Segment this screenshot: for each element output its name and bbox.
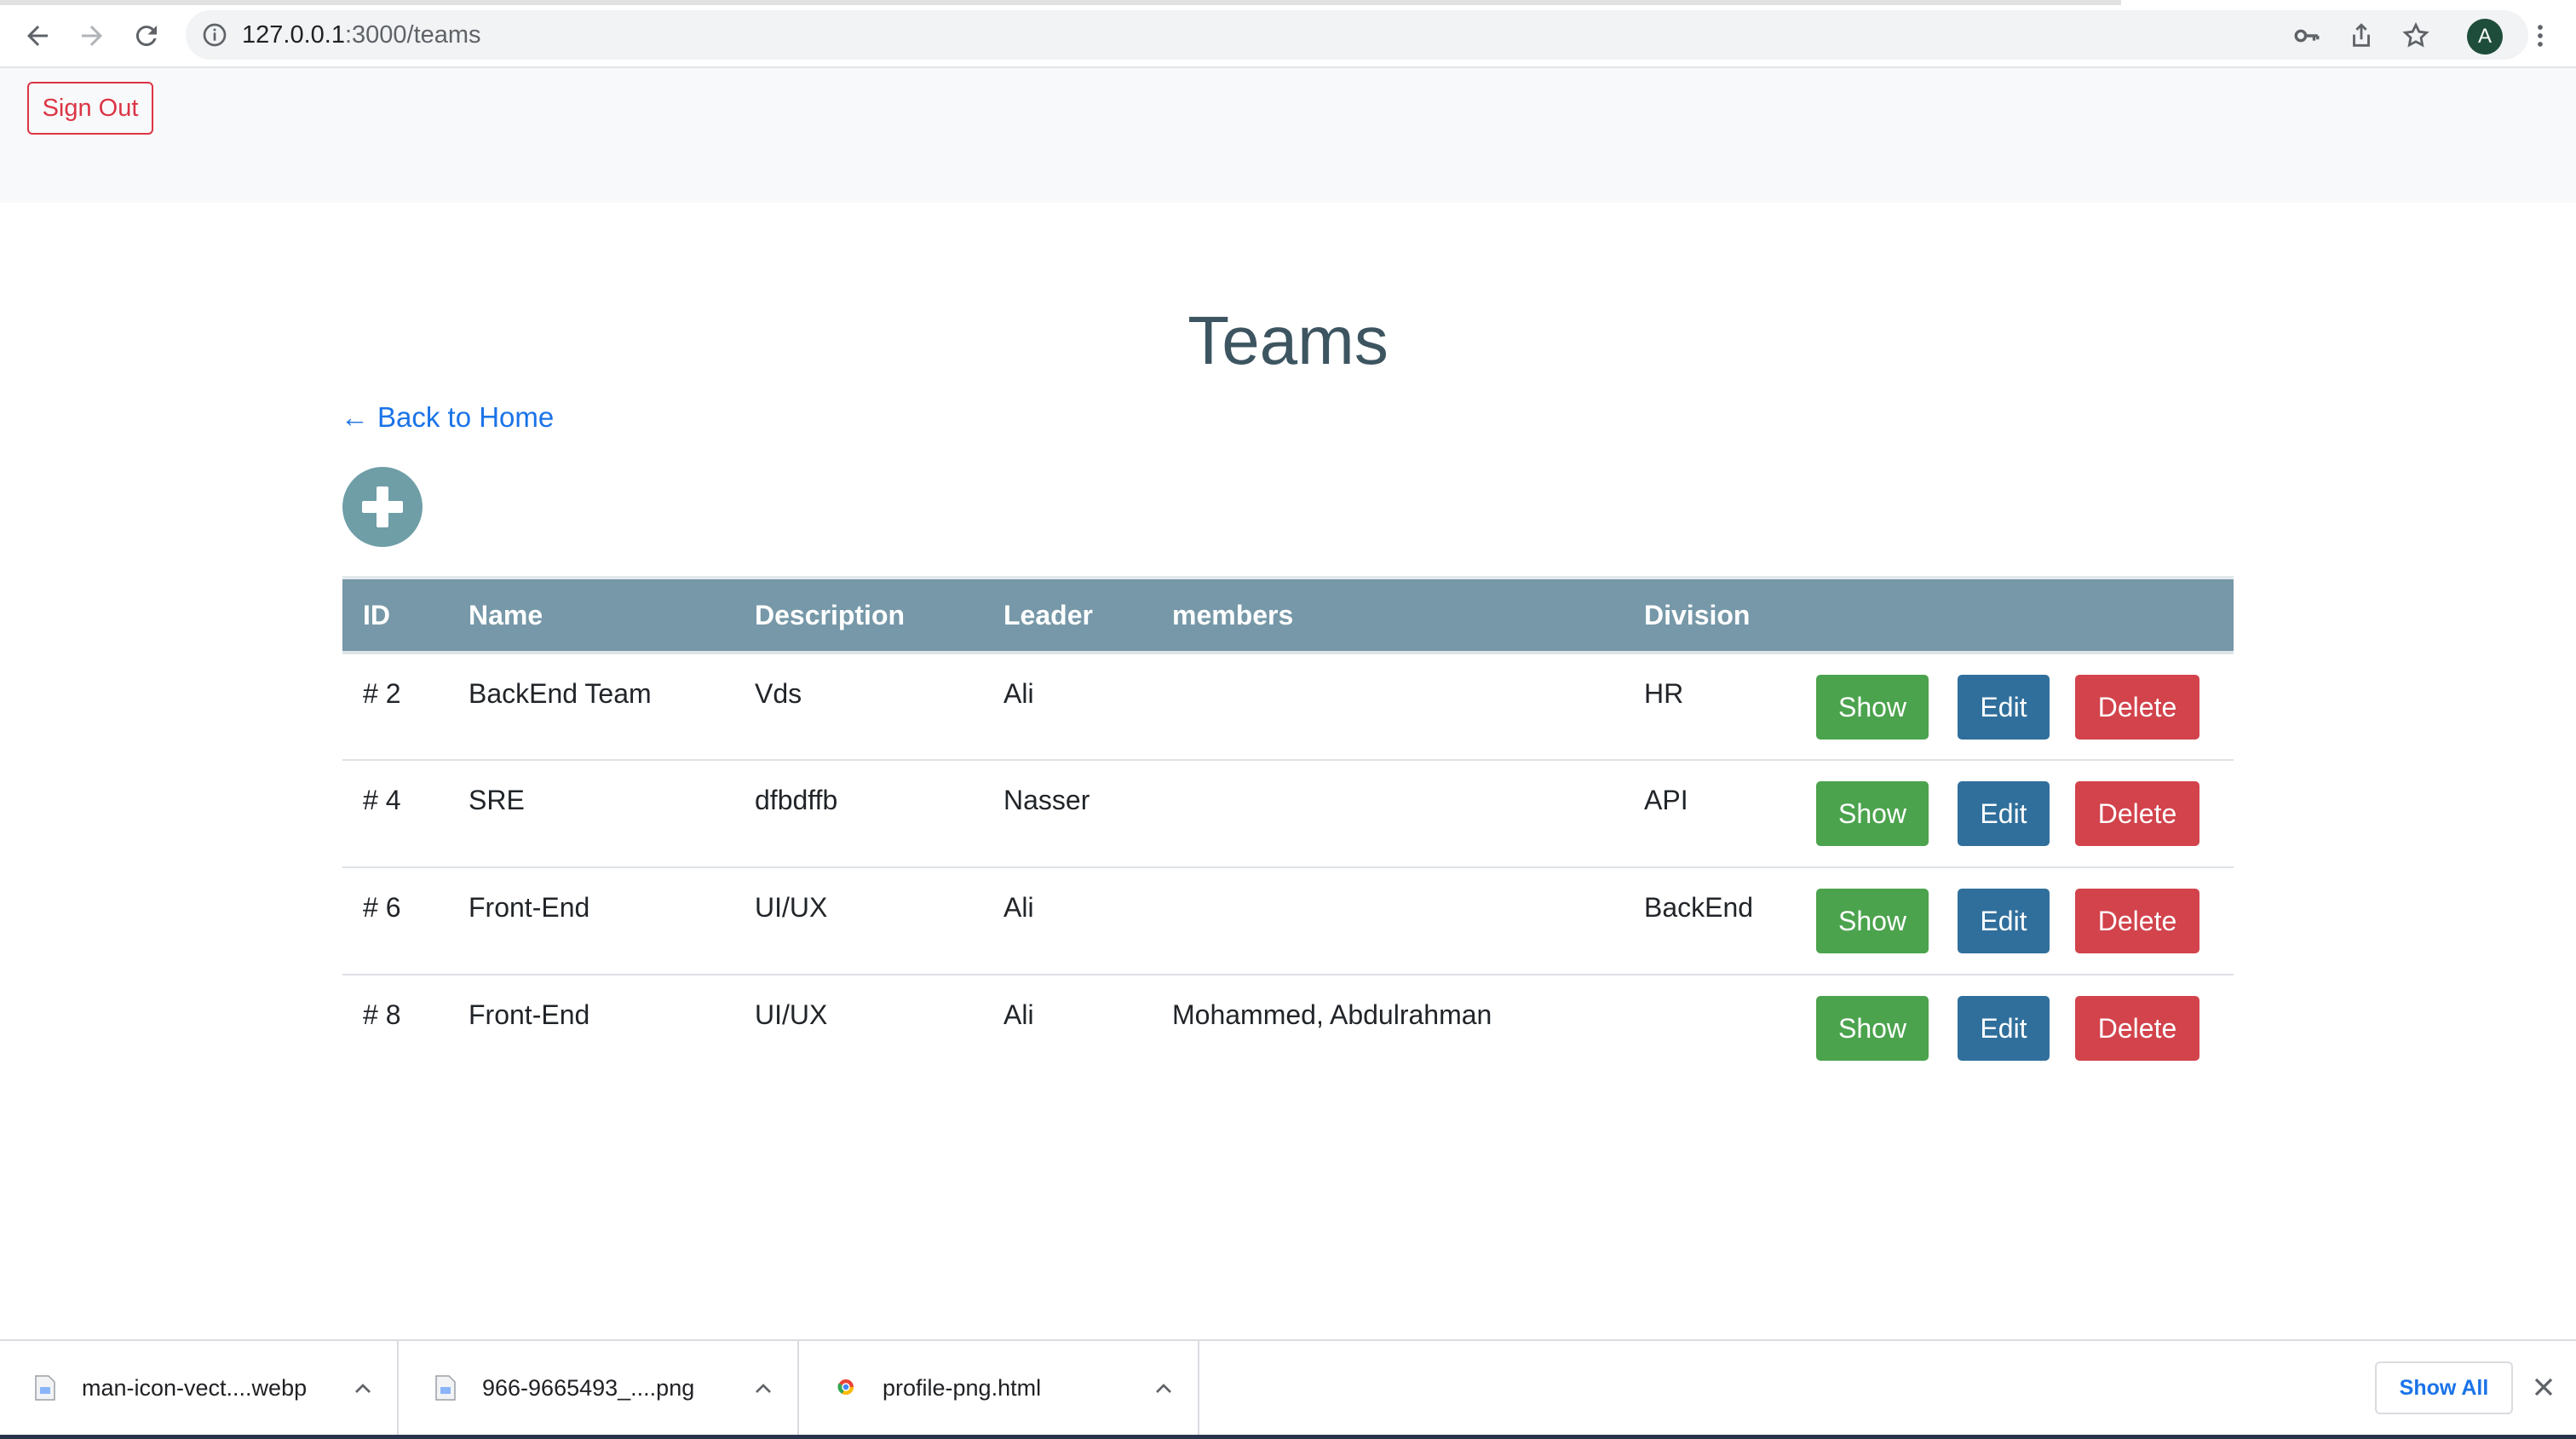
close-icon[interactable] [2528, 1372, 2559, 1402]
downloads-bar: man-icon-vect....webp 966-9665493_....pn… [0, 1339, 2576, 1439]
column-header-leader: Leader [1003, 599, 1093, 630]
column-header-id: ID [363, 599, 390, 630]
column-header-division: Division [1644, 599, 1751, 630]
cell-description: dfbdffb [755, 785, 838, 815]
plus-circle-icon [362, 486, 403, 527]
window-bottom-edge [0, 1435, 2576, 1439]
cell-actions: Show Edit Delete [1794, 867, 2234, 975]
cell-members [1152, 867, 1624, 975]
cell-leader: Ali [1003, 678, 1034, 709]
cell-id: # 6 [363, 892, 401, 923]
cell-actions: Show Edit Delete [1794, 975, 2234, 1082]
cell-members [1152, 760, 1624, 867]
back-to-home-label: Back to Home [377, 401, 555, 433]
table-row: # 8 Front-End UI/UX Ali Mohammed, Abdulr… [342, 975, 2234, 1082]
back-to-home-link[interactable]: ← Back to Home [341, 397, 554, 438]
url-path: :3000/teams [344, 21, 481, 49]
cell-division: API [1644, 785, 1688, 815]
cell-members [1152, 653, 1624, 760]
cell-actions: Show Edit Delete [1794, 760, 2234, 867]
kebab-menu-icon[interactable] [2521, 17, 2559, 55]
back-arrow-icon: ← [341, 401, 369, 433]
edit-button[interactable]: Edit [1958, 675, 2050, 740]
delete-button[interactable]: Delete [2075, 675, 2199, 740]
cell-leader: Nasser [1003, 785, 1090, 815]
star-icon[interactable] [2397, 17, 2435, 55]
cell-id: # 4 [363, 785, 401, 815]
cell-name: Front-End [469, 892, 590, 923]
cell-leader: Ali [1003, 892, 1034, 923]
chevron-up-icon[interactable] [750, 1375, 777, 1402]
column-header-description: Description [755, 599, 906, 630]
table-row: # 2 BackEnd Team Vds Ali HR Show Edit Dele… [342, 653, 2234, 760]
cell-division: HR [1644, 678, 1684, 709]
info-icon[interactable] [201, 21, 228, 49]
cell-division [1624, 975, 1794, 1082]
column-header-members: members [1172, 599, 1294, 630]
cell-name: BackEnd Team [469, 678, 652, 709]
forward-arrow-icon[interactable] [72, 15, 112, 56]
app-header: Sign Out [0, 68, 2576, 203]
cell-actions: Show Edit Delete [1794, 653, 2234, 760]
browser-toolbar: 127.0.0.1:3000/teams A [0, 0, 2576, 68]
chrome-file-icon [837, 1379, 854, 1396]
download-filename: man-icon-vect....webp [82, 1375, 308, 1401]
chevron-up-icon[interactable] [349, 1375, 377, 1402]
cell-description: UI/UX [755, 999, 828, 1030]
delete-button[interactable]: Delete [2075, 889, 2199, 953]
table-header-row: ID Name Description Leader members Divis… [342, 578, 2234, 653]
show-all-button[interactable]: Show All [2375, 1361, 2513, 1414]
show-button[interactable]: Show [1816, 781, 1929, 846]
cell-description: UI/UX [755, 892, 828, 923]
cell-id: # 8 [363, 999, 401, 1030]
show-button[interactable]: Show [1816, 996, 1929, 1061]
share-icon[interactable] [2343, 17, 2380, 55]
sign-out-button[interactable]: Sign Out [27, 82, 153, 135]
file-icon [435, 1375, 456, 1401]
edit-button[interactable]: Edit [1958, 781, 2050, 846]
cell-name: Front-End [469, 999, 590, 1030]
avatar[interactable]: A [2467, 19, 2503, 55]
page-load-indicator [0, 0, 2121, 5]
page-title: Teams [1187, 302, 1389, 378]
column-header-name: Name [469, 599, 543, 630]
reload-icon[interactable] [126, 15, 167, 56]
cell-members: Mohammed, Abdulrahman [1172, 999, 1492, 1030]
edit-button[interactable]: Edit [1958, 889, 2050, 953]
edit-button[interactable]: Edit [1958, 996, 2050, 1061]
key-icon[interactable] [2288, 17, 2326, 55]
download-item[interactable]: 966-9665493_....png [400, 1341, 799, 1436]
download-item[interactable]: profile-png.html [801, 1341, 1199, 1436]
teams-table: ID Name Description Leader members Divis… [342, 576, 2234, 1082]
download-filename: 966-9665493_....png [482, 1375, 695, 1401]
delete-button[interactable]: Delete [2075, 996, 2199, 1061]
cell-name: SRE [469, 785, 525, 815]
cell-leader: Ali [1003, 999, 1034, 1030]
file-icon [35, 1375, 55, 1401]
show-button[interactable]: Show [1816, 889, 1929, 953]
chevron-up-icon[interactable] [1150, 1375, 1177, 1402]
download-filename: profile-png.html [883, 1375, 1042, 1401]
url-text: 127.0.0.1:3000/teams [242, 20, 481, 49]
cell-id: # 2 [363, 678, 401, 709]
cell-description: Vds [755, 678, 802, 709]
table-row: # 6 Front-End UI/UX Ali BackEnd Show Edit… [342, 867, 2234, 975]
column-header-actions [1794, 578, 2234, 653]
download-item[interactable]: man-icon-vect....webp [0, 1341, 399, 1436]
add-team-button[interactable] [342, 467, 423, 547]
url-host: 127.0.0.1 [242, 21, 345, 49]
show-button[interactable]: Show [1816, 675, 1929, 740]
table-row: # 4 SRE dfbdffb Nasser API Show Edit Delet… [342, 760, 2234, 867]
address-bar[interactable]: 127.0.0.1:3000/teams [186, 10, 2528, 60]
back-arrow-icon[interactable] [17, 15, 58, 56]
cell-division: BackEnd [1644, 892, 1754, 923]
delete-button[interactable]: Delete [2075, 781, 2199, 846]
